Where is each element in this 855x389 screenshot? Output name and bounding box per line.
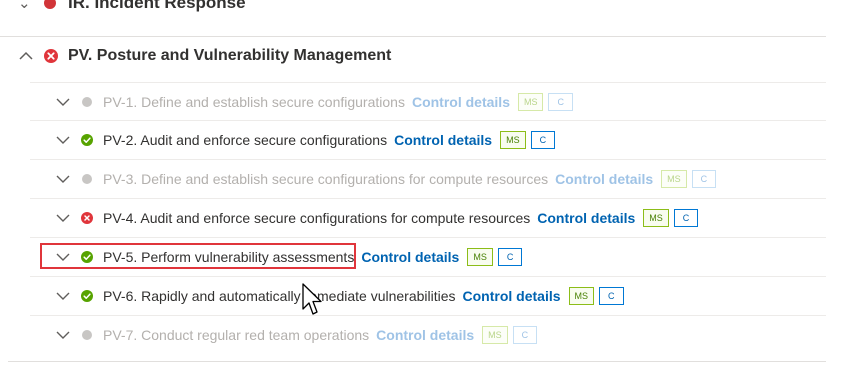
mouse-cursor-icon xyxy=(302,283,322,315)
control-content: PV-3. Define and establish secure config… xyxy=(103,160,717,198)
gray-dot-icon xyxy=(82,97,92,107)
c-badge: C xyxy=(691,170,717,188)
c-badge: C xyxy=(530,131,556,149)
c-badge: C xyxy=(497,248,523,266)
control-label: PV-3. Define and establish secure config… xyxy=(103,171,549,187)
chevron-down-icon[interactable] xyxy=(54,287,72,305)
control-label: PV-1. Define and establish secure config… xyxy=(103,94,405,110)
chevron-down-icon[interactable] xyxy=(54,131,72,149)
error-circle-icon xyxy=(44,0,56,9)
ms-badge: MS xyxy=(643,209,669,227)
control-label: PV-2. Audit and enforce secure configura… xyxy=(103,132,388,148)
ms-badge: MS xyxy=(568,287,595,305)
control-content: PV-4. Audit and enforce secure configura… xyxy=(103,199,699,237)
success-circle-icon xyxy=(81,134,93,146)
control-details-link[interactable]: Control details xyxy=(555,171,653,187)
control-row[interactable]: PV-2. Audit and enforce secure configura… xyxy=(30,120,826,159)
group-title: PV. Posture and Vulnerability Management xyxy=(68,47,392,64)
control-content: PV-2. Audit and enforce secure configura… xyxy=(103,121,556,159)
control-details-link[interactable]: Control details xyxy=(394,132,492,148)
ms-badge: MS xyxy=(500,131,526,149)
control-row[interactable]: PV-7. Conduct regular red team operation… xyxy=(30,315,826,354)
control-row[interactable]: PV-3. Define and establish secure config… xyxy=(30,159,826,198)
gray-dot-icon xyxy=(82,330,92,340)
chevron-down-icon[interactable]: ⌄ xyxy=(18,0,44,12)
c-badge: C xyxy=(512,326,538,344)
control-row[interactable]: PV-6. Rapidly and automatically remediat… xyxy=(30,276,826,315)
divider xyxy=(8,361,826,362)
control-content: PV-1. Define and establish secure config… xyxy=(103,83,573,121)
group-header-ir[interactable]: ⌄ IR. Incident Response xyxy=(0,0,826,37)
ms-badge: MS xyxy=(661,170,687,188)
control-details-link[interactable]: Control details xyxy=(412,94,510,110)
chevron-down-icon[interactable] xyxy=(54,209,72,227)
control-details-link[interactable]: Control details xyxy=(376,327,474,343)
control-label: PV-6. Rapidly and automatically remediat… xyxy=(103,288,456,304)
control-content: PV-6. Rapidly and automatically remediat… xyxy=(103,277,624,315)
control-details-link[interactable]: Control details xyxy=(361,249,459,265)
control-label: PV-4. Audit and enforce secure configura… xyxy=(103,210,531,226)
chevron-up-icon[interactable] xyxy=(14,44,38,68)
control-row[interactable]: PV-4. Audit and enforce secure configura… xyxy=(30,198,826,237)
c-badge: C xyxy=(673,209,699,227)
highlight-box xyxy=(40,243,356,269)
control-row[interactable]: PV-1. Define and establish secure config… xyxy=(30,82,826,121)
group-header-ir-inner: ⌄ IR. Incident Response xyxy=(18,0,246,15)
chevron-down-icon[interactable] xyxy=(54,170,72,188)
control-details-link[interactable]: Control details xyxy=(537,210,635,226)
error-circle-icon xyxy=(44,49,58,63)
success-circle-icon xyxy=(81,290,93,302)
error-circle-icon xyxy=(81,212,93,224)
ms-badge: MS xyxy=(517,93,544,111)
group-title: IR. Incident Response xyxy=(68,0,246,12)
chevron-down-icon[interactable] xyxy=(54,326,72,344)
c-badge: C xyxy=(599,287,624,305)
control-label: PV-7. Conduct regular red team operation… xyxy=(103,327,370,343)
chevron-down-icon[interactable] xyxy=(54,93,72,111)
gray-dot-icon xyxy=(82,174,92,184)
control-content: PV-7. Conduct regular red team operation… xyxy=(103,316,538,354)
control-details-link[interactable]: Control details xyxy=(463,288,561,304)
group-header-pv[interactable]: PV. Posture and Vulnerability Management xyxy=(0,40,826,74)
c-badge: C xyxy=(548,93,573,111)
ms-badge: MS xyxy=(482,326,508,344)
ms-badge: MS xyxy=(467,248,493,266)
